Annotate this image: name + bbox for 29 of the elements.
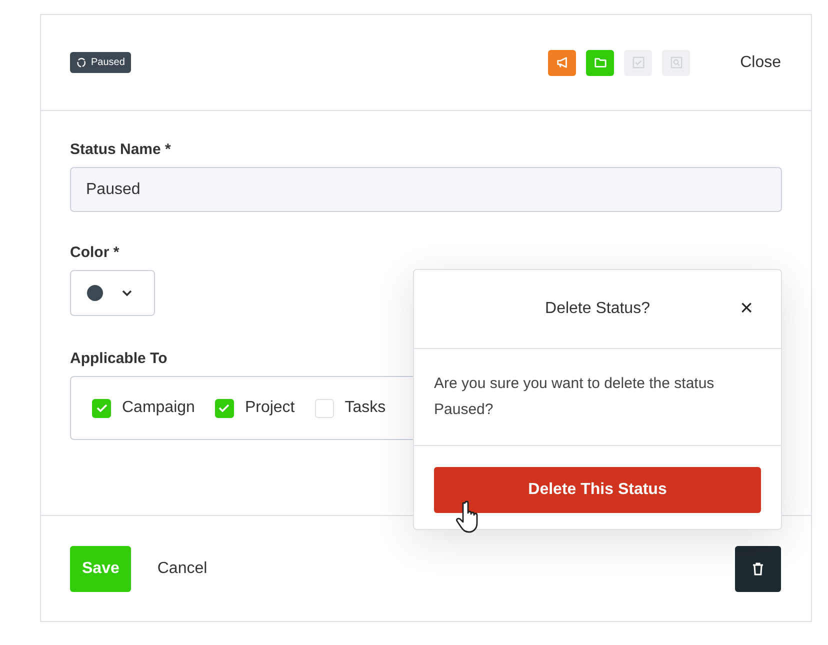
folder-button[interactable] xyxy=(586,50,614,76)
popover-message: Are you sure you want to delete the status Paused? xyxy=(414,349,781,446)
checkbox-label: Campaign xyxy=(122,399,195,417)
checkbox-label: Project xyxy=(244,399,295,417)
cancel-button[interactable]: Cancel xyxy=(143,560,222,578)
delete-status-button[interactable]: Delete This Status xyxy=(434,467,761,513)
search-icon xyxy=(670,56,683,69)
checkmark-icon xyxy=(218,403,230,413)
spinner-icon xyxy=(76,57,87,68)
check-icon xyxy=(632,56,645,69)
chevron-down-icon xyxy=(121,289,133,297)
status-name-field[interactable]: Paused xyxy=(70,167,782,212)
popover-title: Delete Status? xyxy=(545,300,650,318)
megaphone-icon xyxy=(556,56,569,69)
badge-label: Paused xyxy=(91,57,125,68)
close-button[interactable]: Close xyxy=(740,54,781,72)
checkbox[interactable] xyxy=(214,398,234,418)
checkbox-label: Tasks xyxy=(344,399,386,417)
field-label: Color * xyxy=(70,244,120,261)
field-label: Status Name * xyxy=(70,141,171,158)
delete-button[interactable] xyxy=(735,546,781,592)
folder-icon xyxy=(594,56,607,69)
megaphone-button[interactable] xyxy=(548,50,576,76)
checkbox[interactable] xyxy=(92,398,111,418)
field-label: Applicable To xyxy=(70,350,168,367)
color-dropdown[interactable] xyxy=(70,270,155,316)
checkmark-icon xyxy=(96,403,108,413)
trash-icon xyxy=(752,562,764,576)
close-button[interactable]: × xyxy=(740,296,753,320)
